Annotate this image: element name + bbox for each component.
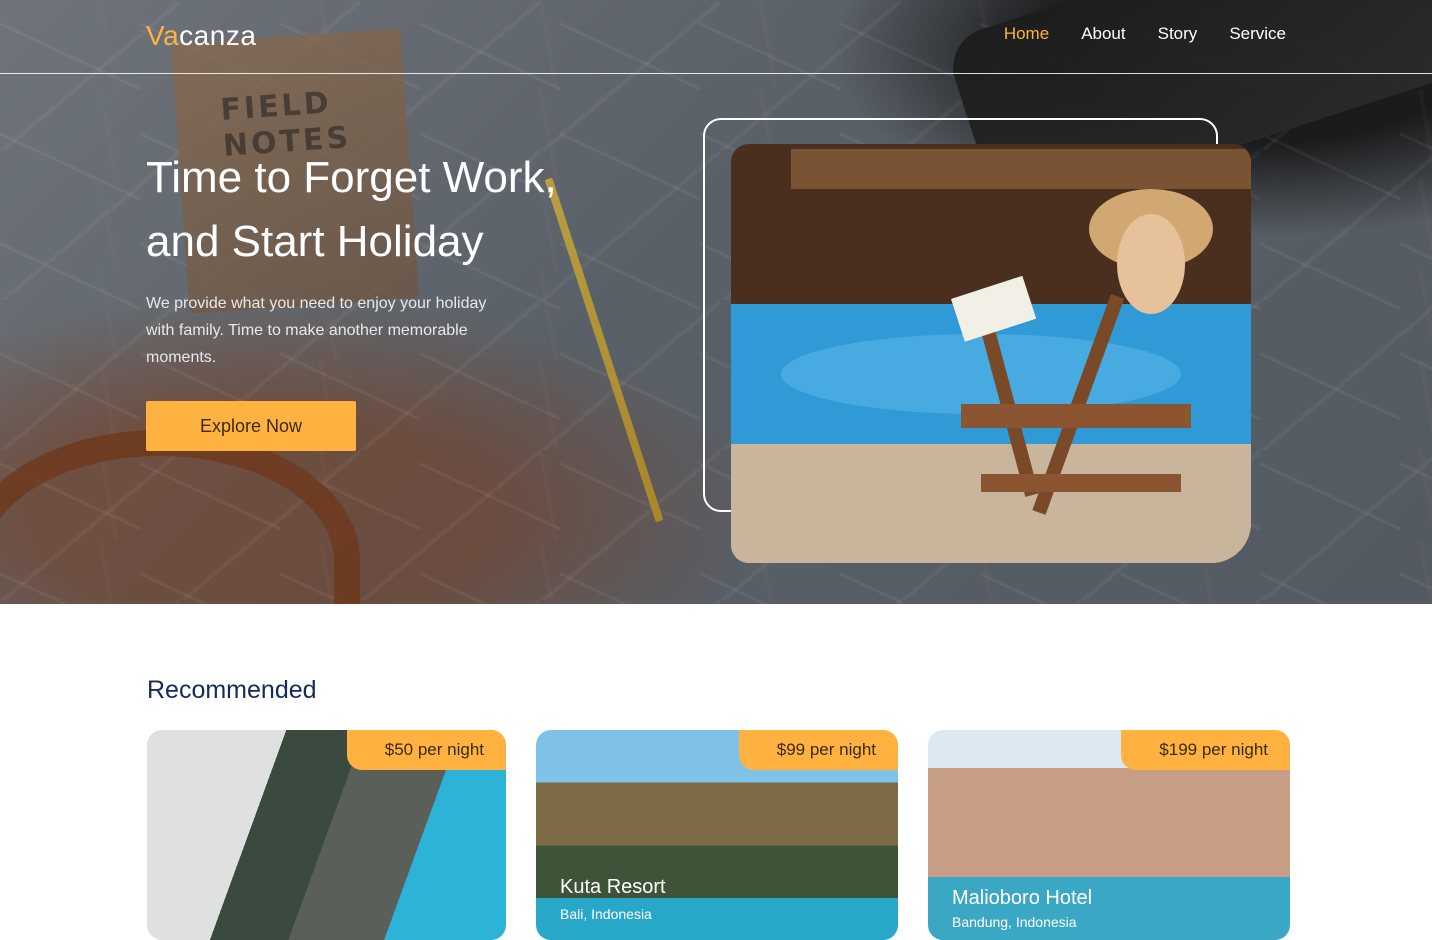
hotel-location: Bandung, Indonesia [952,914,1077,930]
nav-service[interactable]: Service [1229,24,1286,44]
navbar: Vacanza Home About Story Service [0,0,1432,74]
nav-about[interactable]: About [1081,24,1125,44]
hero-title-line2: and Start Holiday [146,217,484,266]
hotel-name: Kuta Resort [560,876,666,898]
brand-logo[interactable]: Vacanza [146,20,256,52]
hero-title: Time to Forget Work, and Start Holiday [146,146,666,274]
hotel-card[interactable]: $99 per night Kuta Resort Bali, Indonesi… [536,730,898,940]
hero-title-line1: Time to Forget Work, [146,153,557,202]
recommended-heading: Recommended [147,676,317,704]
hotel-card[interactable]: $50 per night [147,730,506,940]
brand-accent: Va [146,20,180,51]
bag-strap-image [0,430,360,604]
nav-home[interactable]: Home [1004,24,1049,44]
brand-rest: canza [179,20,257,51]
price-tag: $50 per night [346,730,506,770]
hotel-card[interactable]: $199 per night Malioboro Hotel Bandung, … [928,730,1290,940]
hotel-location: Bali, Indonesia [560,906,652,922]
hero-description: We provide what you need to enjoy your h… [146,295,487,366]
explore-now-button[interactable]: Explore Now [146,401,356,451]
nav-story[interactable]: Story [1158,24,1198,44]
price-tag: $199 per night [1121,730,1290,770]
nav-links: Home About Story Service [1004,24,1286,44]
hero-photo-pool-reader [731,144,1251,563]
price-tag: $99 per night [738,730,898,770]
hotel-name: Malioboro Hotel [952,887,1093,909]
recommended-cards: $50 per night $99 per night Kuta Resort … [147,730,1290,940]
hero-section: FIELD NOTES Vacanza Home About Story Ser… [0,0,1432,604]
